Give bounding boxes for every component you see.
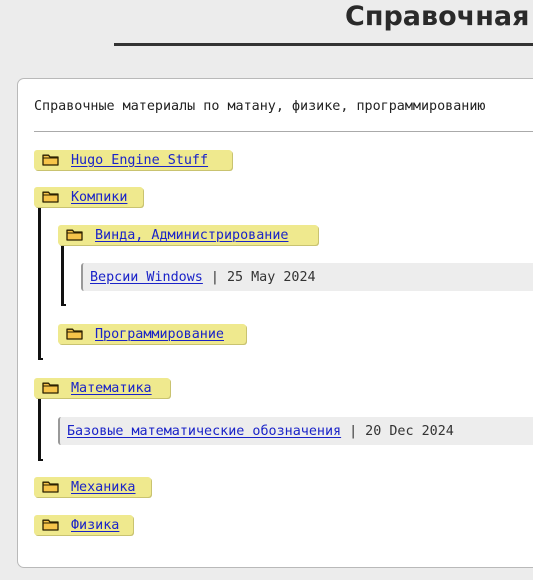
folder-math[interactable]: Математика xyxy=(34,378,170,398)
folder-label[interactable]: Hugo Engine Stuff xyxy=(71,153,208,168)
tree-branch-end xyxy=(38,459,43,461)
tree-branch-line xyxy=(38,399,41,461)
post-row: Версии Windows | 25 May 2024 xyxy=(81,263,533,291)
folder-hugo-engine-stuff[interactable]: Hugo Engine Stuff xyxy=(34,150,232,170)
folder-icon xyxy=(42,481,59,493)
tree-branch-line xyxy=(38,208,41,360)
folder-compiki[interactable]: Компики xyxy=(34,187,143,207)
tree-branch-end xyxy=(61,304,66,306)
post-link-math-notation[interactable]: Базовые математические обозначения xyxy=(67,424,341,439)
folder-icon xyxy=(66,328,83,340)
page-title: Справочная xyxy=(345,1,530,32)
folder-icon xyxy=(42,519,59,531)
post-separator: | xyxy=(210,269,219,285)
post-link-windows-versions[interactable]: Версии Windows xyxy=(90,270,203,285)
folder-icon xyxy=(66,229,83,241)
post-date: 25 May 2024 xyxy=(226,269,316,285)
post-date: 20 Dec 2024 xyxy=(365,423,454,439)
tree-branch-end xyxy=(38,358,43,360)
intro-text: Справочные материалы по матану, физике, … xyxy=(34,99,486,114)
folder-programming[interactable]: Программирование xyxy=(58,324,246,344)
title-underline xyxy=(114,43,533,46)
folder-icon xyxy=(42,382,59,394)
intro-divider xyxy=(34,131,533,132)
post-separator: | xyxy=(349,423,358,439)
folder-windows-admin[interactable]: Винда, Администрирование xyxy=(58,225,318,245)
folder-label[interactable]: Программирование xyxy=(95,327,224,342)
post-row: Базовые математические обозначения | 20 … xyxy=(58,417,533,445)
folder-icon xyxy=(42,191,59,203)
folder-mechanics[interactable]: Механика xyxy=(34,477,151,497)
tree-branch-line xyxy=(61,246,64,306)
folder-label[interactable]: Винда, Администрирование xyxy=(95,228,288,243)
folder-label[interactable]: Компики xyxy=(71,190,127,205)
folder-physics[interactable]: Физика xyxy=(34,515,133,535)
folder-label[interactable]: Математика xyxy=(71,381,152,396)
folder-label[interactable]: Механика xyxy=(71,480,136,495)
folder-label[interactable]: Физика xyxy=(71,518,119,533)
folder-icon xyxy=(42,154,59,166)
